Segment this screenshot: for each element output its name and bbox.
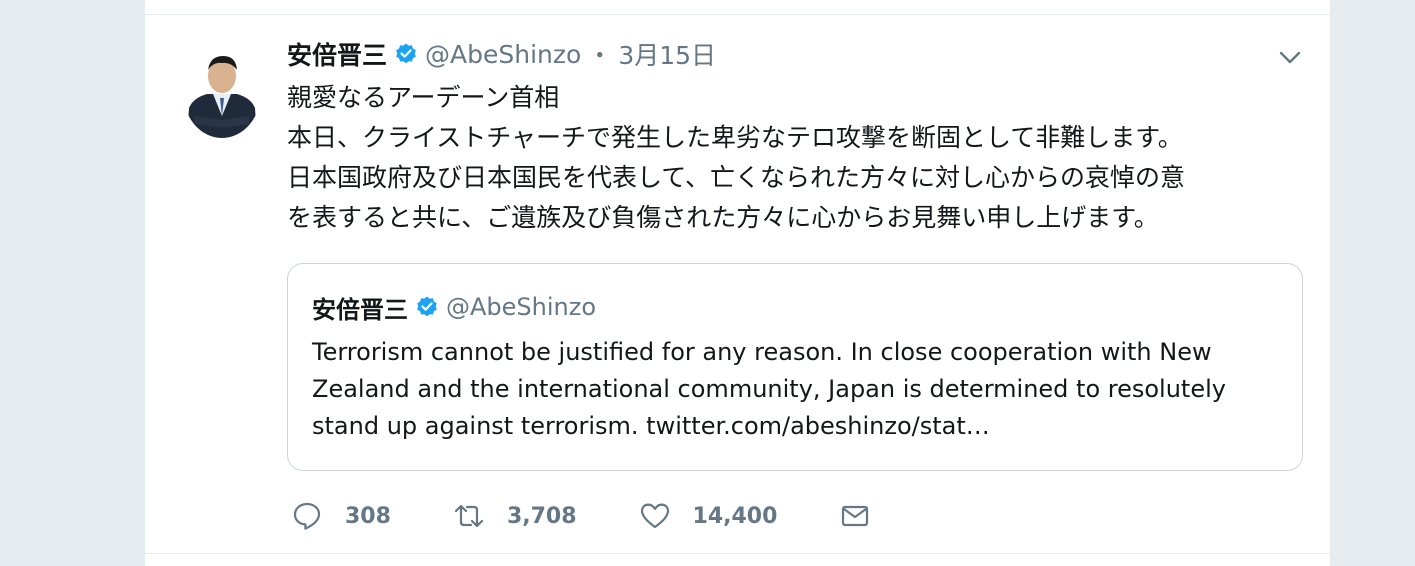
tweet-header: 安倍晋三 @AbeShinzo ・ 3月15日 <box>287 34 1300 74</box>
divider <box>145 14 1330 15</box>
reply-icon <box>293 502 321 530</box>
retweet-icon <box>454 504 484 528</box>
verified-badge-icon <box>396 43 416 64</box>
heart-icon <box>640 503 669 529</box>
avatar[interactable] <box>183 46 261 138</box>
tweet-text: 親愛なるアーデーン首相 本日、クライストチャーチで発生した卑劣なテロ攻撃を断固と… <box>287 78 1317 238</box>
retweet-count: 3,708 <box>506 503 577 529</box>
author-handle[interactable]: @AbeShinzo <box>425 40 581 69</box>
avatar-image <box>183 46 261 138</box>
reply-count: 308 <box>345 503 391 529</box>
retweet-button[interactable]: 3,708 <box>453 500 577 532</box>
tweet-actions: 308 3,708 14,400 <box>291 496 933 536</box>
like-count: 14,400 <box>692 503 778 529</box>
verified-badge-icon <box>417 296 437 317</box>
divider <box>145 553 1330 554</box>
tweet-text-line: 親愛なるアーデーン首相 <box>287 83 560 112</box>
quoted-text-line: stand up against terrorism. twitter.com/… <box>312 412 990 440</box>
quoted-text-line: Zealand and the international community,… <box>312 375 1226 403</box>
tweet-text-line: 本日、クライストチャーチで発生した卑劣なテロ攻撃を断固として非難します。 <box>287 123 1183 152</box>
quoted-text-line: Terrorism cannot be justified for any re… <box>312 338 1212 366</box>
direct-message-button[interactable] <box>839 500 871 532</box>
tweet-date[interactable]: 3月15日 <box>618 36 716 72</box>
like-button[interactable]: 14,400 <box>639 500 778 532</box>
tweet-text-line: 日本国政府及び日本国民を代表して、亡くなられた方々に対し心からの哀悼の意 <box>287 163 1186 192</box>
quoted-tweet-header: 安倍晋三 @AbeShinzo <box>312 288 596 326</box>
author-name[interactable]: 安倍晋三 <box>287 36 387 72</box>
separator: ・ <box>587 41 613 70</box>
chevron-down-icon[interactable] <box>1277 44 1303 70</box>
tweet-card[interactable]: 安倍晋三 @AbeShinzo ・ 3月15日 親愛なるアーデーン首相 本日、ク… <box>145 0 1330 566</box>
quoted-author-name: 安倍晋三 <box>312 295 408 324</box>
quoted-author-handle: @AbeShinzo <box>446 293 597 321</box>
mail-icon <box>842 505 869 527</box>
quoted-tweet-text: Terrorism cannot be justified for any re… <box>312 334 1272 445</box>
quoted-tweet[interactable]: 安倍晋三 @AbeShinzo Terrorism cannot be just… <box>287 263 1303 471</box>
tweet-text-line: を表すると共に、ご遺族及び負傷された方々に心からお見舞い申し上げます。 <box>287 203 1159 232</box>
reply-button[interactable]: 308 <box>291 500 391 532</box>
